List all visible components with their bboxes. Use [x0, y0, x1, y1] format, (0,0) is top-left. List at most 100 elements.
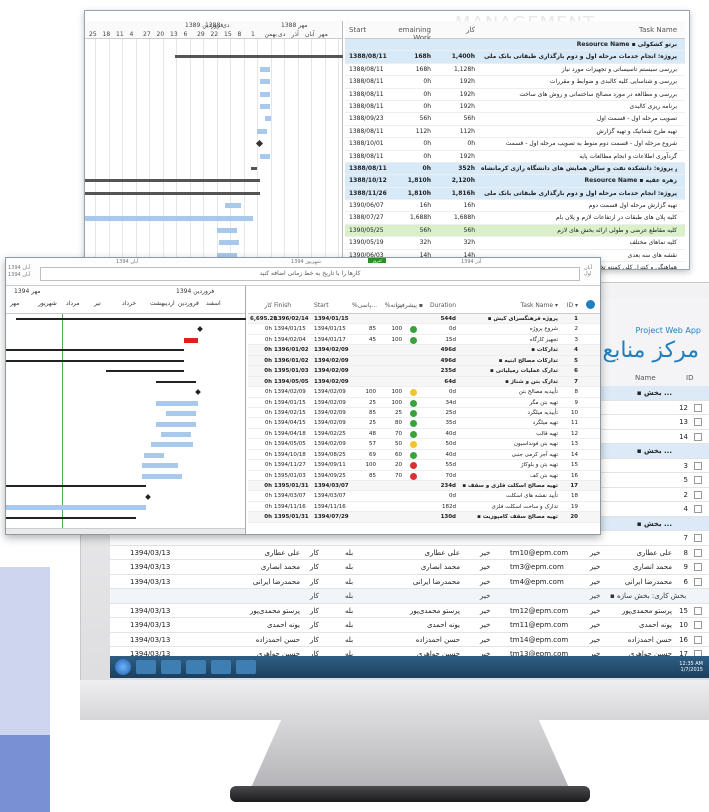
table-row[interactable]: 0h 1394/01/15 1394/01/15 85 100 0d شروع پروژه 2	[248, 324, 600, 335]
table-row[interactable]: 0h 1395/01/31 1394/07/29 130d ▪ تهیه مصالح س…	[248, 512, 600, 523]
table-row[interactable]: 0h 1394/04/15 1394/02/09 25 80 35d تهیه میلگرد…	[248, 418, 600, 429]
resource-row[interactable]: 1394/03/13 حسن احمدزاده کار بله حسن احمدزاده…	[110, 632, 709, 647]
gantt-summary-bar[interactable]	[106, 370, 184, 373]
table-row[interactable]: 1388/08/11 0h 192h بررسی و مطالعه در مورد م…	[345, 89, 685, 101]
table-row[interactable]: 1388/08/11 0h 352h نام پروژه: دانشکده نفت و…	[345, 162, 685, 176]
gantt-summary-bar[interactable]	[251, 167, 257, 170]
gantt-bar[interactable]	[260, 79, 270, 85]
gantt-bar[interactable]	[225, 203, 241, 209]
gantt-bar[interactable]	[219, 240, 239, 246]
gantt-bar[interactable]	[166, 411, 196, 417]
info-icon[interactable]	[586, 300, 595, 309]
row-checkbox[interactable]	[694, 563, 702, 571]
gantt-bar[interactable]	[265, 116, 271, 122]
gantt-summary-bar[interactable]	[156, 380, 196, 383]
gantt-bar[interactable]	[260, 66, 270, 72]
table-row[interactable]: 0h 1394/11/16 1394/11/16 182d تدارک و ساخت ا…	[248, 502, 600, 513]
gantt-bar[interactable]	[156, 400, 198, 406]
row-checkbox[interactable]	[694, 577, 702, 586]
project-icon[interactable]	[186, 660, 206, 674]
table-row[interactable]: 1390/06/07 16h 16h تهیه گزارش مرحله اول قسم…	[345, 200, 685, 213]
table-row[interactable]: 1388/08/11 0h 192h گردآوری اطلاعات و انجام …	[345, 151, 685, 163]
gantt-summary-bar[interactable]	[6, 349, 184, 352]
col-id[interactable]: ID ▾	[564, 302, 578, 309]
table-row[interactable]: 1388/08/11 168h 1,400h پروژه: انجام خدمات م…	[345, 51, 685, 64]
col-finish[interactable]: Finish	[274, 302, 312, 309]
col-work[interactable]: کار	[250, 302, 272, 309]
table-row[interactable]: 0h 1396/01/02 1394/02/09 496d ▪ تدارکات مصال…	[248, 355, 600, 367]
resource-row[interactable]: کار بله خیر خیر ▪ بخش کاری: بخش سازه	[110, 589, 709, 604]
row-checkbox[interactable]	[694, 418, 702, 426]
timeline-drop-area[interactable]: کارها را با تاریخ به خط زمانی اضافه کنید	[40, 267, 580, 281]
table-row[interactable]: 1388/08/11 112h 112h تهیه طرح شماتیک و تهیه…	[345, 126, 685, 139]
table-row[interactable]: 1390/05/25 56h 56h کلیه مقاطع عرضی و طولی ا…	[345, 224, 685, 238]
gantt-bar[interactable]	[85, 215, 253, 221]
gantt-bar[interactable]	[142, 473, 182, 479]
row-checkbox[interactable]	[694, 476, 702, 484]
table-row[interactable]: 0h 1395/01/03 1394/02/09 235d ▪ تدارک عملیات…	[248, 366, 600, 377]
table-row[interactable]: 1388/10/12 1,810h 2,120h Resource Name ▪ زه…	[345, 175, 685, 188]
table-row[interactable]: 1388/08/11 168h 1,128h بررسی سیستم تاسیساتی…	[345, 64, 685, 77]
row-checkbox[interactable]	[694, 548, 702, 557]
gantt-bar[interactable]	[151, 442, 193, 448]
gantt-summary-bar[interactable]	[6, 359, 184, 362]
milestone-icon[interactable]	[197, 326, 203, 333]
gantt-summary-bar[interactable]	[6, 516, 136, 519]
table-row[interactable]: 0h 1394/10/18 1394/08/25 69 60 40d تهیه آجر کر…	[248, 450, 600, 461]
milestone-icon[interactable]	[145, 493, 151, 500]
row-checkbox[interactable]	[694, 490, 702, 499]
table-row[interactable]: 0h 1394/11/27 1394/09/11 100 20 55d تهیه بتن و…	[248, 460, 600, 471]
col-task-name[interactable]: Task Name	[481, 26, 677, 34]
table-row[interactable]: 6,695.2h 1396/02/14 1394/01/15 544d ▪ پروژه …	[248, 314, 600, 325]
app-icon[interactable]	[211, 660, 231, 674]
gantt-summary-bar[interactable]	[6, 485, 146, 488]
ie-icon[interactable]	[136, 660, 156, 674]
gantt-bar[interactable]	[156, 421, 196, 427]
gantt-summary-bar[interactable]	[85, 191, 260, 195]
resource-row[interactable]: 1394/03/13 محمد انصاری کار بله محمد انصاری خی…	[110, 560, 709, 575]
gantt-summary-bar[interactable]	[16, 318, 246, 320]
table-row[interactable]: 0h 1394/05/05 1394/02/09 64d ▪ تدارک بتن و ش…	[248, 376, 600, 388]
window-icon[interactable]	[236, 660, 256, 674]
folder-icon[interactable]	[161, 660, 181, 674]
gantt-bar[interactable]	[142, 463, 178, 469]
table-row[interactable]: 0h 1394/02/04 1394/01/17 45 100 15d تجهیز کارگ…	[248, 335, 600, 346]
col-work[interactable]: کار	[435, 26, 475, 34]
gantt-bar[interactable]	[260, 153, 270, 159]
col-start[interactable]: Start	[349, 26, 393, 34]
col-indicator[interactable]: پیشرفت ▪	[396, 302, 423, 309]
gantt-bar[interactable]	[217, 228, 237, 233]
resource-row[interactable]: 1394/03/13 محمدرضا ایرانی کار بله محمدرضا ای…	[110, 574, 709, 589]
table-row[interactable]: 1388/07/27 1,688h 1,688h کلیه پلان های طبقا…	[345, 212, 685, 225]
gantt-scrollbar[interactable]	[6, 528, 245, 534]
milestone-icon[interactable]	[195, 389, 201, 395]
start-button[interactable]	[115, 659, 131, 675]
gantt-bar[interactable]	[260, 91, 270, 97]
table-row[interactable]: 1388/08/11 0h 192h بررسی و شناسایی کلیه کال…	[345, 76, 685, 89]
row-checkbox[interactable]	[694, 505, 702, 513]
table-row[interactable]: 1388/10/01 0h 0h شروع مرحله اول - قسمت دوم …	[345, 138, 685, 151]
gantt-bar[interactable]	[161, 431, 191, 437]
resource-row[interactable]: 1394/03/13 علی عطاری کار بله علی عطاری خیر tm1…	[110, 545, 709, 560]
gantt-critical-bar[interactable]	[184, 337, 198, 343]
table-row[interactable]: 1388/08/11 0h 192h برنامه ریزی کالبدی	[345, 101, 685, 114]
table-row[interactable]: Resource Name ▪ برتو کشکولی	[345, 39, 685, 52]
row-checkbox[interactable]	[694, 635, 702, 644]
table-row[interactable]: 0h 1394/04/18 1394/02/25 48 70 40d تهیه قالب 12	[248, 429, 600, 440]
table-row[interactable]: 0h 1394/01/15 1394/02/09 25 100 34d تهیه بتن م…	[248, 398, 600, 408]
col-start[interactable]: Start	[314, 302, 352, 309]
row-checkbox[interactable]	[694, 403, 702, 412]
resource-row[interactable]: 1394/03/13 یونه احمدی کار بله یونه احمدی خیر t…	[110, 618, 709, 633]
table-row[interactable]: 0h 1394/02/09 1394/02/09 100 100 0d تأییدیه مص…	[248, 387, 600, 398]
col-complete[interactable]: %پانمی...	[352, 302, 377, 309]
table-row[interactable]: 0h 1396/01/02 1394/02/09 496d ▪ تدارکات 4	[248, 345, 600, 356]
gantt-summary-bar[interactable]	[175, 55, 343, 59]
table-row[interactable]: 0h 1394/02/15 1394/02/09 85 25 25d تأییدیه میل…	[248, 408, 600, 419]
row-checkbox[interactable]	[694, 432, 702, 441]
table-row[interactable]: 1388/11/26 1,810h 1,816h پروژه: انجام خدمات…	[345, 187, 685, 201]
gantt-bar[interactable]	[260, 104, 270, 109]
col-task-name[interactable]: Task Name ▾	[460, 302, 558, 309]
row-checkbox[interactable]	[694, 461, 702, 470]
table-row[interactable]: 0h 1395/01/31 1394/03/07 234d ▪ تهیه مصالح ا…	[248, 481, 600, 492]
col-duration[interactable]: Duration	[428, 302, 456, 309]
